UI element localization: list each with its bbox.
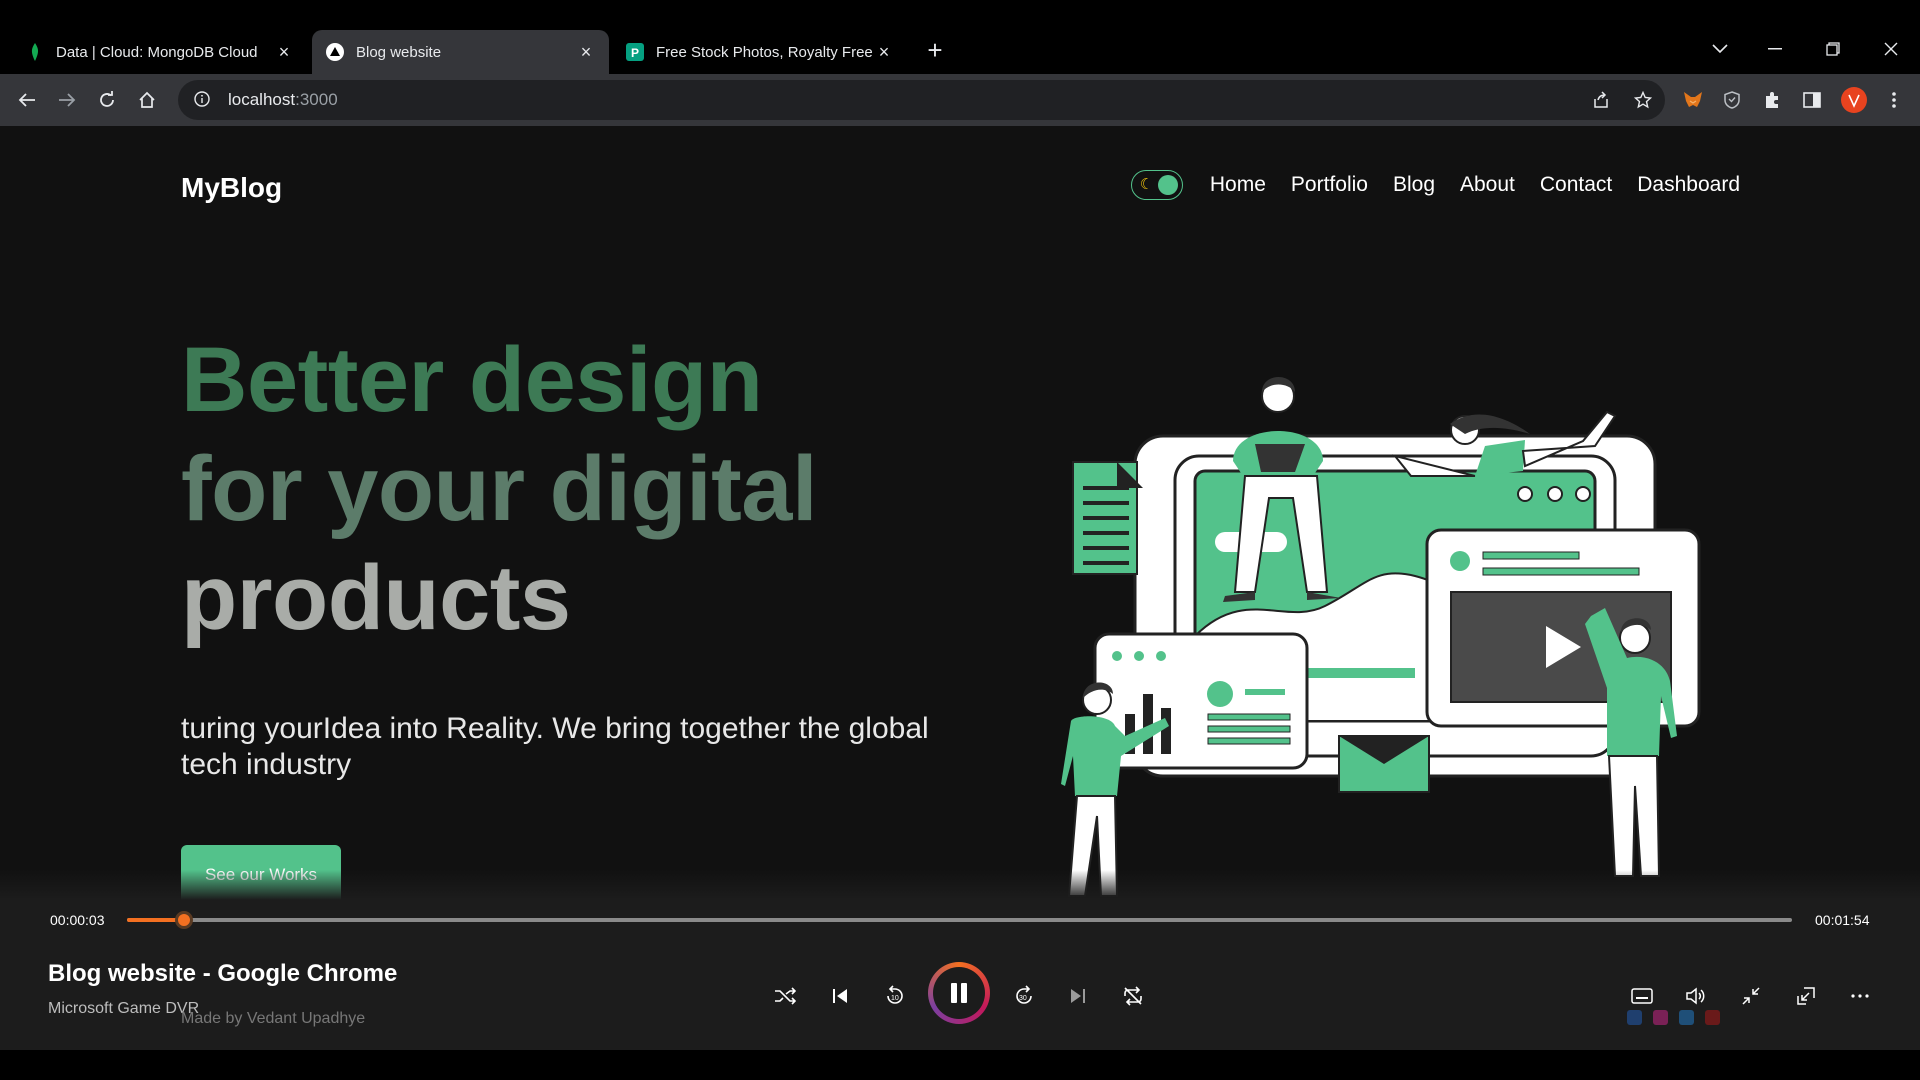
nav-dashboard[interactable]: Dashboard <box>1637 173 1740 197</box>
tab-title: Free Stock Photos, Royalty Free S <box>656 43 875 61</box>
share-icon[interactable] <box>1585 84 1617 116</box>
tab-pexels[interactable]: P Free Stock Photos, Royalty Free S × <box>612 30 907 74</box>
tab-mongodb[interactable]: Data | Cloud: MongoDB Cloud × <box>12 30 307 74</box>
repeat-off-icon[interactable] <box>1113 976 1153 1016</box>
minimize-icon[interactable] <box>1755 34 1795 64</box>
hero-title-line-1: Better design <box>181 329 763 431</box>
toggle-knob <box>1157 175 1178 195</box>
mongodb-leaf-icon <box>26 43 44 61</box>
rewind-10-icon[interactable]: 10 <box>875 976 915 1016</box>
web-page: MyBlog ☾ Home Portfolio Blog About Conta… <box>0 126 1920 900</box>
nav-contact[interactable]: Contact <box>1540 173 1612 197</box>
address-bar[interactable]: localhost:3000 <box>178 80 1665 120</box>
seek-bar[interactable] <box>127 911 1792 929</box>
close-tab-icon[interactable]: × <box>275 42 293 62</box>
youtube-icon[interactable] <box>1705 1010 1720 1025</box>
url-port: :3000 <box>295 90 338 109</box>
next-track-icon[interactable] <box>1058 976 1098 1016</box>
site-credit: Made by Vedant Upadhye <box>181 1010 366 1027</box>
new-tab-button[interactable]: + <box>922 37 948 64</box>
tab-blog-website[interactable]: Blog website × <box>312 30 609 74</box>
total-time: 00:01:54 <box>1815 912 1870 928</box>
browser-toolbar: localhost:3000 <box>0 74 1920 126</box>
main-nav: ☾ Home Portfolio Blog About Contact Dash… <box>1130 170 1740 200</box>
hero-title: Better design for your digital products <box>181 326 941 653</box>
hero-title-line-3: products <box>181 547 571 649</box>
seek-bar-thumb[interactable] <box>174 911 193 929</box>
site-info-icon[interactable] <box>194 91 212 109</box>
previous-track-icon[interactable] <box>820 976 860 1016</box>
mini-view-icon[interactable] <box>1786 976 1826 1016</box>
metamask-fox-icon[interactable] <box>1677 84 1709 116</box>
site-logo[interactable]: MyBlog <box>181 172 282 204</box>
close-window-icon[interactable] <box>1871 34 1911 64</box>
window-bottom-edge <box>0 1050 1920 1080</box>
exit-fullscreen-icon[interactable] <box>1731 976 1771 1016</box>
extensions-puzzle-icon[interactable] <box>1756 84 1788 116</box>
tab-title: Data | Cloud: MongoDB Cloud <box>56 43 258 61</box>
facebook-icon[interactable] <box>1627 1010 1642 1025</box>
home-icon[interactable] <box>131 84 163 116</box>
svg-text:P: P <box>631 46 639 60</box>
tab-search-chevron-icon[interactable] <box>1700 34 1740 64</box>
tab-title: Blog website <box>356 43 442 61</box>
hero-title-line-2: for your digital <box>181 438 818 540</box>
svg-text:10: 10 <box>891 995 899 1002</box>
profile-avatar[interactable] <box>1838 84 1870 116</box>
bookmark-star-icon[interactable] <box>1627 84 1659 116</box>
current-time: 00:00:03 <box>50 912 105 928</box>
hero-illustration <box>1055 316 1705 900</box>
more-menu-icon[interactable] <box>1878 84 1910 116</box>
social-links <box>1627 1010 1720 1025</box>
close-tab-icon[interactable]: × <box>577 42 595 62</box>
close-tab-icon[interactable]: × <box>875 42 893 62</box>
browser-tab-strip: Data | Cloud: MongoDB Cloud × Blog websi… <box>0 0 1920 74</box>
forward-arrow-icon[interactable] <box>51 84 83 116</box>
theme-toggle[interactable]: ☾ <box>1130 170 1183 200</box>
side-panel-icon[interactable] <box>1796 84 1828 116</box>
restore-icon[interactable] <box>1813 34 1853 64</box>
media-subtitle: Microsoft Game DVR <box>48 1000 200 1017</box>
media-title: Blog website - Google Chrome <box>48 960 398 987</box>
shield-extension-icon[interactable] <box>1716 84 1748 116</box>
forward-30-icon[interactable]: 30 <box>1004 976 1044 1016</box>
pexels-icon: P <box>626 43 644 61</box>
twitter-icon[interactable] <box>1679 1010 1694 1025</box>
media-player-bar: 00:00:03 00:01:54 Blog website - Google … <box>0 870 1920 1050</box>
pause-button[interactable] <box>928 962 990 1024</box>
nav-blog[interactable]: Blog <box>1393 173 1435 197</box>
pause-icon <box>933 967 985 1019</box>
svg-text:30: 30 <box>1019 995 1027 1002</box>
nav-portfolio[interactable]: Portfolio <box>1291 173 1368 197</box>
vercel-triangle-icon <box>326 43 344 61</box>
hero-description: turing yourIdea into Reality. We bring t… <box>181 712 929 781</box>
more-options-icon[interactable] <box>1840 976 1880 1016</box>
shuffle-icon[interactable] <box>765 976 805 1016</box>
url-host: localhost <box>228 90 296 109</box>
back-arrow-icon[interactable] <box>11 84 43 116</box>
nav-about[interactable]: About <box>1460 173 1515 197</box>
instagram-icon[interactable] <box>1653 1010 1668 1025</box>
nav-home[interactable]: Home <box>1210 173 1266 197</box>
reload-icon[interactable] <box>91 84 123 116</box>
moon-icon: ☾ <box>1139 176 1154 193</box>
